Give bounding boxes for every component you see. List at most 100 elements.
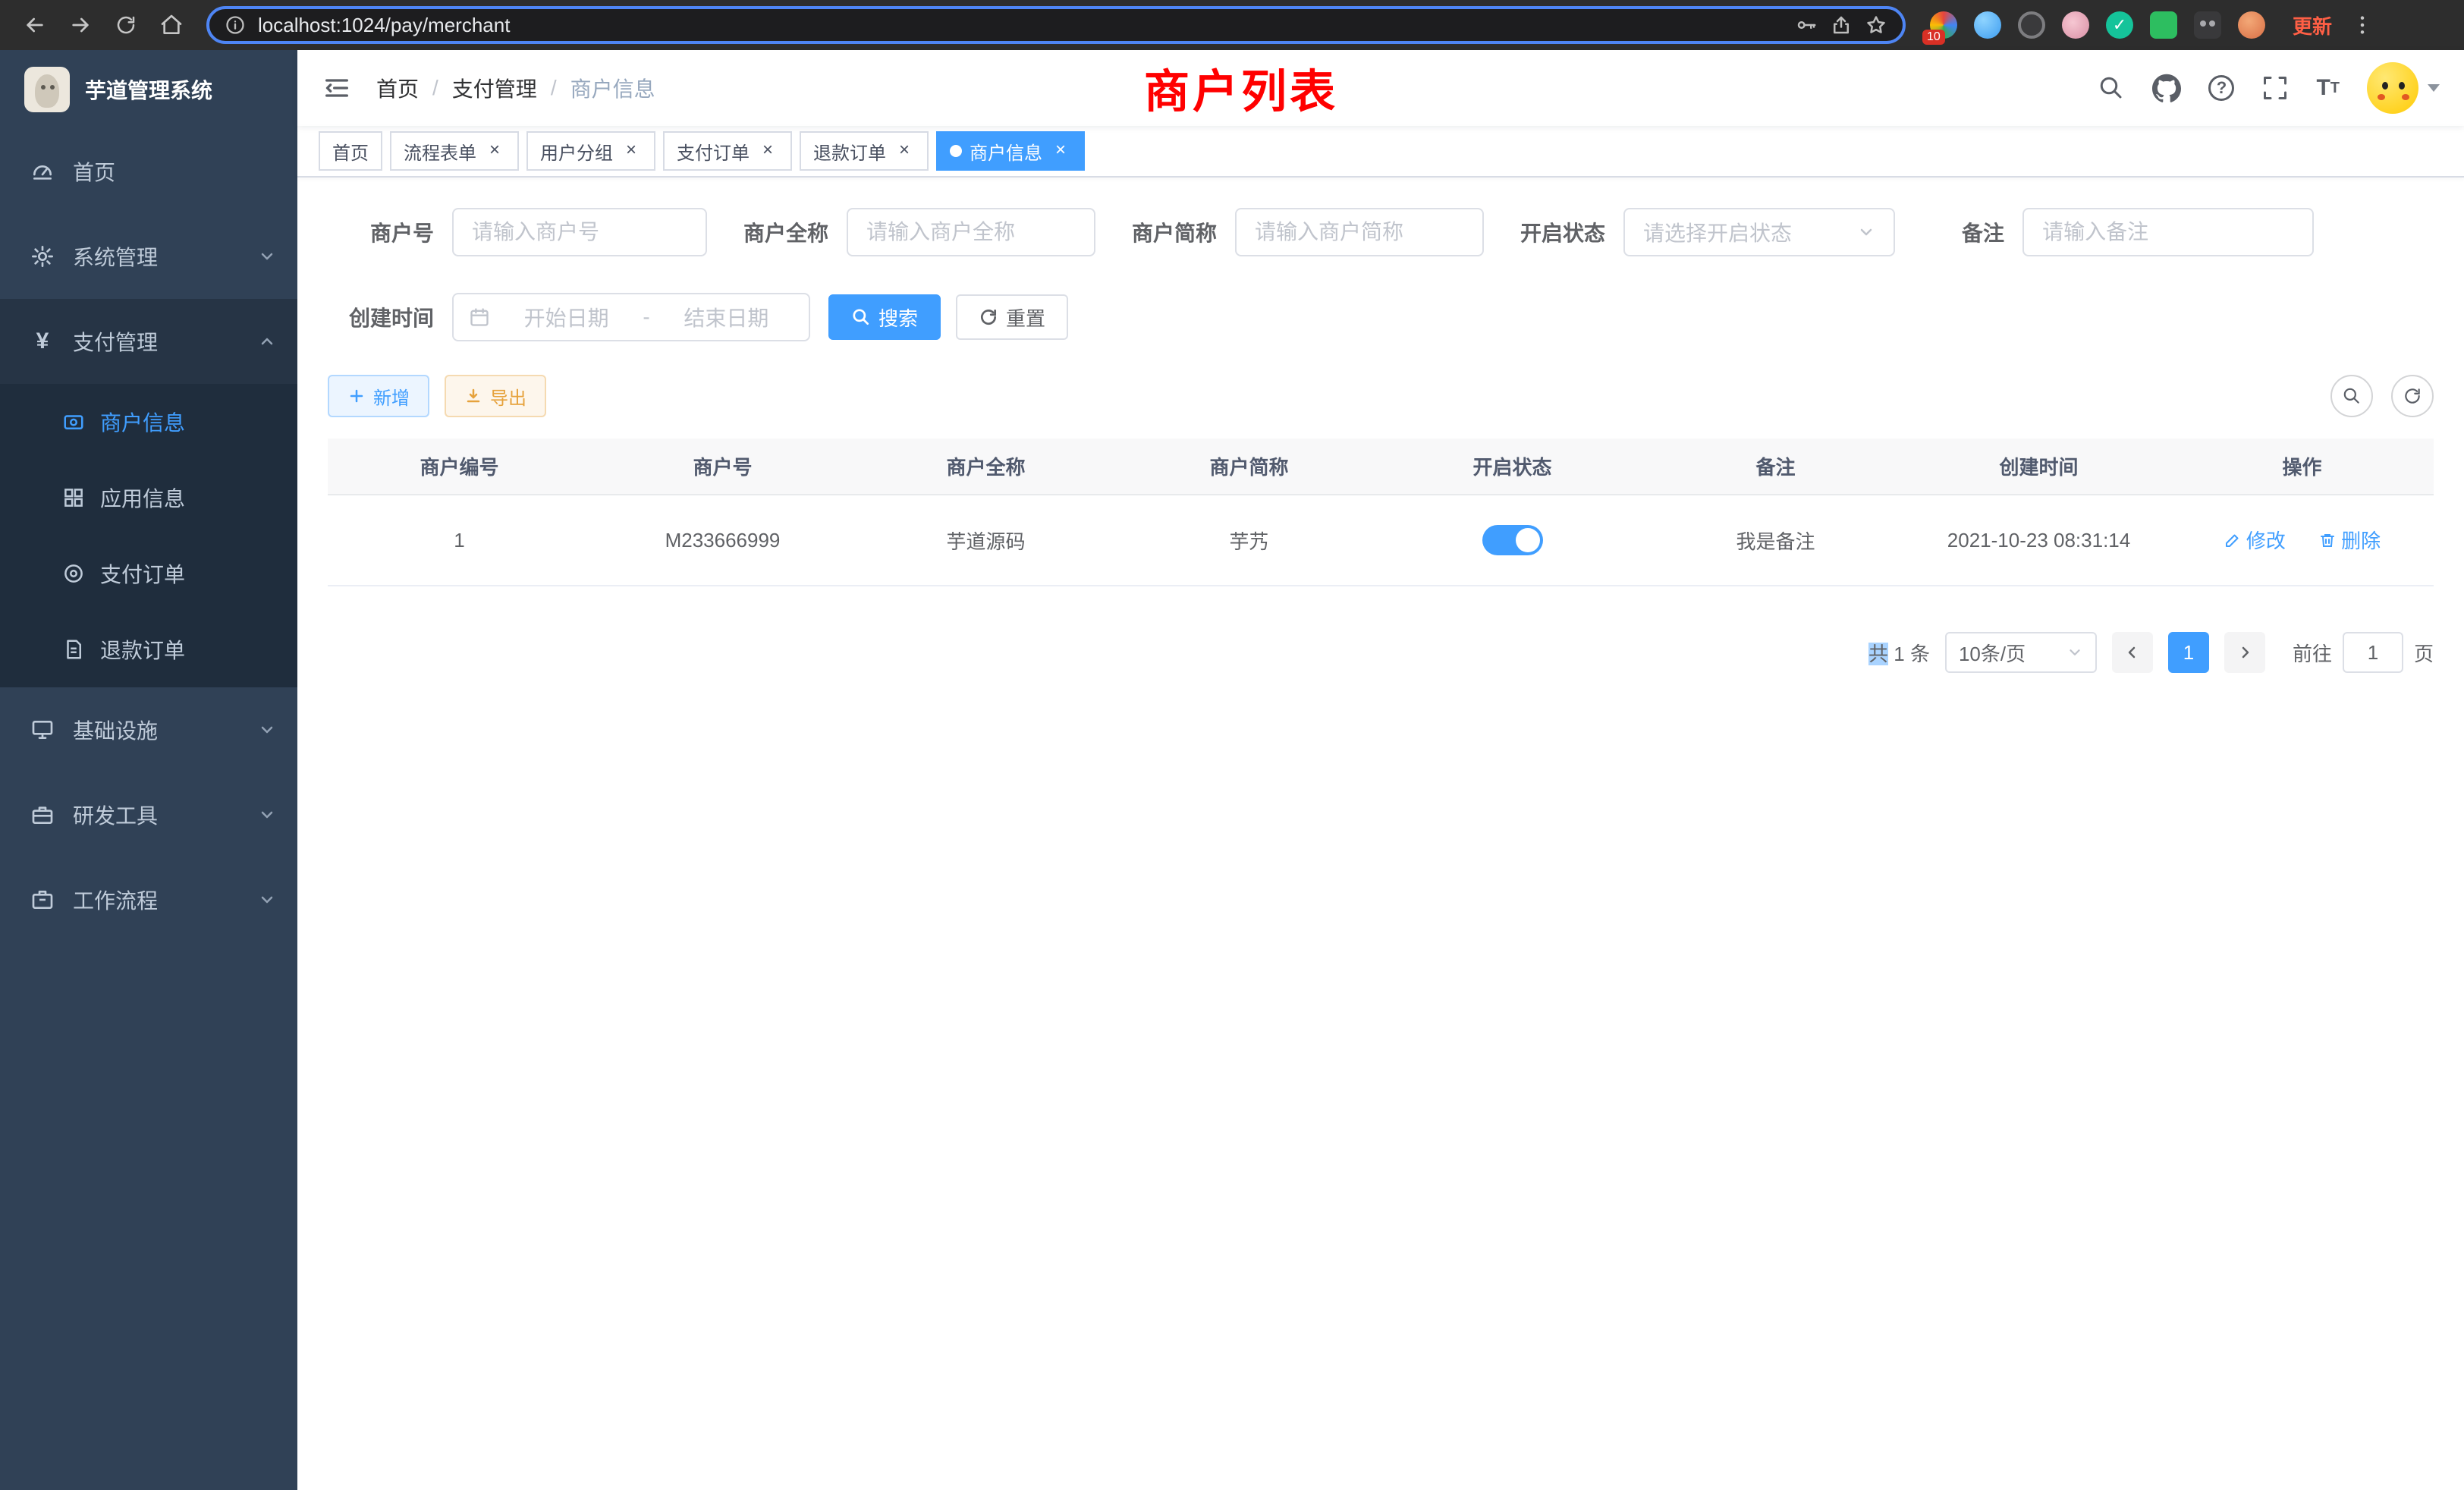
close-icon[interactable]: × <box>894 140 915 162</box>
short-name-input[interactable] <box>1235 208 1484 256</box>
extension-icon-dark-square[interactable] <box>2194 11 2221 39</box>
tab-home[interactable]: 首页 <box>319 131 382 171</box>
delete-link[interactable]: 删除 <box>2318 526 2381 554</box>
merchant-no-input[interactable] <box>452 208 707 256</box>
tab-user-group[interactable]: 用户分组 × <box>526 131 655 171</box>
sidebar-item-workflow[interactable]: 工作流程 <box>0 857 297 942</box>
bookmark-star-icon[interactable] <box>1865 14 1887 36</box>
date-range-picker[interactable]: 开始日期 - 结束日期 <box>452 293 810 341</box>
page-size-select[interactable]: 10条/页 <box>1945 632 2097 673</box>
home-icon[interactable] <box>152 5 191 45</box>
tab-label: 商户信息 <box>970 138 1042 165</box>
prev-page-button[interactable] <box>2112 632 2153 673</box>
tab-refund-order[interactable]: 退款订单 × <box>800 131 929 171</box>
filter-merchant-no: 商户号 <box>328 208 707 256</box>
fullscreen-icon[interactable] <box>2261 74 2289 102</box>
url-text[interactable]: localhost:1024/pay/merchant <box>258 14 1783 37</box>
sidebar-item-label: 应用信息 <box>100 483 185 513</box>
extension-icon-drop[interactable] <box>1974 11 2001 39</box>
chevron-down-icon <box>258 891 276 909</box>
extension-icon-colorful[interactable]: 10 <box>1930 11 1957 39</box>
close-icon[interactable]: × <box>757 140 778 162</box>
help-icon[interactable]: ? <box>2208 75 2234 101</box>
cell-short-name: 芋艿 <box>1117 495 1381 586</box>
extension-icon-avatar-pink[interactable] <box>2062 11 2089 39</box>
short-name-input-field[interactable] <box>1255 220 1464 244</box>
sidebar-toggle-icon[interactable] <box>322 73 352 103</box>
tab-process-form[interactable]: 流程表单 × <box>390 131 519 171</box>
export-button-label: 导出 <box>490 383 526 410</box>
search-button[interactable]: 搜索 <box>828 294 941 340</box>
sidebar-item-home[interactable]: 首页 <box>0 129 297 214</box>
status-toggle[interactable] <box>1482 525 1543 555</box>
extension-icon-green-square[interactable] <box>2150 11 2177 39</box>
chevron-down-icon <box>2066 644 2083 661</box>
close-icon[interactable]: × <box>1050 140 1071 162</box>
search-icon <box>2342 386 2362 406</box>
app-logo[interactable]: 芋道管理系统 <box>0 50 297 129</box>
merchant-table: 商户编号 商户号 商户全称 商户简称 开启状态 备注 创建时间 操作 1 <box>328 439 2434 586</box>
user-avatar <box>2367 62 2418 114</box>
sidebar-item-payment[interactable]: ¥ 支付管理 <box>0 299 297 384</box>
breadcrumb-section[interactable]: 支付管理 <box>452 73 537 103</box>
filter-row-1: 商户号 商户全称 商户简称 <box>328 208 2434 256</box>
sidebar-item-label: 商户信息 <box>100 407 185 437</box>
extension-icon-dark-ring[interactable] <box>2018 11 2045 39</box>
sidebar-item-app-info[interactable]: 应用信息 <box>0 460 297 536</box>
add-button[interactable]: 新增 <box>328 375 429 417</box>
edit-link[interactable]: 修改 <box>2224 526 2286 554</box>
payment-submenu: 商户信息 应用信息 支付订单 退款订单 <box>0 384 297 687</box>
end-date-input[interactable]: 结束日期 <box>659 302 794 332</box>
full-name-input-field[interactable] <box>866 220 1076 244</box>
github-icon[interactable] <box>2152 74 2181 102</box>
site-info-icon[interactable] <box>225 14 246 36</box>
browser-update-button[interactable]: 更新 <box>2293 11 2332 39</box>
goto-page-input[interactable] <box>2343 632 2403 673</box>
sidebar-item-merchant-info[interactable]: 商户信息 <box>0 384 297 460</box>
tab-merchant-info[interactable]: 商户信息 × <box>936 131 1085 171</box>
monitor-icon <box>30 718 55 742</box>
page-number-button[interactable]: 1 <box>2168 632 2209 673</box>
remark-input-field[interactable] <box>2042 220 2294 244</box>
share-icon[interactable] <box>1830 14 1853 36</box>
download-icon <box>464 387 482 405</box>
tab-pay-order[interactable]: 支付订单 × <box>663 131 792 171</box>
close-icon[interactable]: × <box>484 140 505 162</box>
edit-link-label: 修改 <box>2246 526 2286 554</box>
font-size-icon[interactable]: TT <box>2316 77 2340 99</box>
password-key-icon[interactable] <box>1795 14 1818 36</box>
export-button[interactable]: 导出 <box>445 375 546 417</box>
status-select[interactable]: 请选择开启状态 <box>1623 208 1895 256</box>
browser-menu-icon[interactable] <box>2350 13 2374 37</box>
refresh-table-button[interactable] <box>2391 375 2434 417</box>
extension-icon-avatar-orange[interactable] <box>2238 11 2265 39</box>
toggle-search-button[interactable] <box>2330 375 2373 417</box>
filter-full-name: 商户全称 <box>743 208 1095 256</box>
tab-label: 用户分组 <box>540 138 613 165</box>
start-date-input[interactable]: 开始日期 <box>499 302 633 332</box>
full-name-input[interactable] <box>847 208 1095 256</box>
close-icon[interactable]: × <box>621 140 642 162</box>
breadcrumb-separator: / <box>432 76 438 100</box>
chevron-up-icon <box>258 332 276 350</box>
next-page-button[interactable] <box>2224 632 2265 673</box>
address-bar[interactable]: localhost:1024/pay/merchant <box>206 6 1906 44</box>
user-menu[interactable] <box>2367 62 2440 114</box>
cell-full-name: 芋道源码 <box>854 495 1117 586</box>
sidebar-item-infrastructure[interactable]: 基础设施 <box>0 687 297 772</box>
search-icon[interactable] <box>2098 74 2125 102</box>
sidebar-item-dev-tools[interactable]: 研发工具 <box>0 772 297 857</box>
chevron-left-icon <box>2123 643 2142 662</box>
remark-input[interactable] <box>2022 208 2314 256</box>
sidebar-item-pay-order[interactable]: 支付订单 <box>0 536 297 611</box>
reset-button[interactable]: 重置 <box>956 294 1068 340</box>
forward-icon[interactable] <box>61 5 100 45</box>
sidebar-item-refund-order[interactable]: 退款订单 <box>0 611 297 687</box>
back-icon[interactable] <box>15 5 55 45</box>
reload-icon[interactable] <box>106 5 146 45</box>
merchant-no-input-field[interactable] <box>472 220 687 244</box>
sidebar-item-system[interactable]: 系统管理 <box>0 214 297 299</box>
breadcrumb-home[interactable]: 首页 <box>376 73 419 103</box>
extension-icon-green-check[interactable] <box>2106 11 2133 39</box>
search-button-label: 搜索 <box>878 303 918 332</box>
